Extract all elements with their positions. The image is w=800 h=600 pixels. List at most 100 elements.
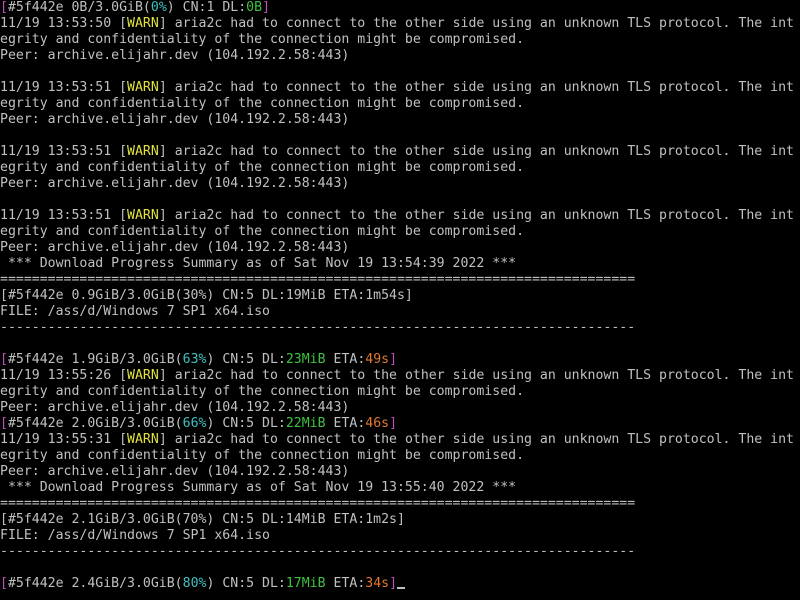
terminal-text: [#5f442e 2.1GiB/3.0GiB(70%) CN:5 DL:14Mi… bbox=[0, 512, 405, 527]
terminal-text: 46s bbox=[365, 416, 390, 431]
terminal-text: WARN bbox=[127, 144, 159, 159]
terminal-line: [#5f442e 2.1GiB/3.0GiB(70%) CN:5 DL:14Mi… bbox=[0, 512, 800, 528]
terminal-window[interactable]: [#5f442e 0B/3.0GiB(0%) CN:1 DL:0B] 11/19 … bbox=[0, 0, 800, 600]
terminal-text: WARN bbox=[127, 16, 159, 31]
terminal-text: [ bbox=[0, 576, 8, 591]
terminal-text: *** Download Progress Summary as of Sat … bbox=[0, 480, 517, 495]
terminal-text: FILE: /ass/d/Windows 7 SP1 x64.iso bbox=[0, 528, 270, 543]
terminal-line: egrity and confidentiality of the connec… bbox=[0, 96, 800, 112]
terminal-text: [#5f442e 0.9GiB/3.0GiB(30%) CN:5 DL:19Mi… bbox=[0, 288, 413, 303]
terminal-text: 0B bbox=[246, 0, 263, 15]
terminal-text: 66% bbox=[182, 416, 207, 431]
terminal-text: #5f442e 1.9GiB/3.0GiB( bbox=[7, 352, 183, 367]
terminal-text: 17MiB bbox=[285, 576, 326, 591]
terminal-line: 11/19 13:53:50 [WARN] aria2c had to conn… bbox=[0, 16, 800, 32]
terminal-text: 34s bbox=[365, 576, 390, 591]
terminal-text: 49s bbox=[365, 352, 390, 367]
terminal-line: [#5f442e 2.0GiB/3.0GiB(66%) CN:5 DL:22Mi… bbox=[0, 416, 800, 432]
terminal-text: 80% bbox=[182, 576, 207, 591]
terminal-text: ] aria2c had to connect to the other sid… bbox=[158, 208, 794, 223]
terminal-text: WARN bbox=[127, 368, 159, 383]
terminal-line: ----------------------------------------… bbox=[0, 320, 800, 336]
terminal-line: *** Download Progress Summary as of Sat … bbox=[0, 256, 800, 272]
terminal-text: 23MiB bbox=[285, 352, 326, 367]
terminal-text: 11/19 13:53:50 [ bbox=[0, 16, 128, 31]
terminal-line: ========================================… bbox=[0, 272, 800, 288]
terminal-text: ] bbox=[389, 352, 398, 367]
terminal-line: ========================================… bbox=[0, 496, 800, 512]
terminal-text: 11/19 13:55:26 [ bbox=[0, 368, 128, 383]
terminal-line: [#5f442e 2.4GiB/3.0GiB(80%) CN:5 DL:17Mi… bbox=[0, 576, 800, 592]
terminal-line: egrity and confidentiality of the connec… bbox=[0, 160, 800, 176]
terminal-text: egrity and confidentiality of the connec… bbox=[0, 448, 525, 463]
terminal-line: 11/19 13:55:26 [WARN] aria2c had to conn… bbox=[0, 368, 800, 384]
terminal-text: #5f442e 2.4GiB/3.0GiB( bbox=[7, 576, 183, 591]
terminal-text: ] aria2c had to connect to the other sid… bbox=[158, 16, 794, 31]
terminal-line: [#5f442e 1.9GiB/3.0GiB(63%) CN:5 DL:23Mi… bbox=[0, 352, 800, 368]
terminal-text: Peer: archive.elijahr.dev (104.192.2.58:… bbox=[0, 112, 350, 127]
terminal-line: Peer: archive.elijahr.dev (104.192.2.58:… bbox=[0, 464, 800, 480]
terminal-text: ) CN:5 DL: bbox=[206, 352, 286, 367]
terminal-text: 63% bbox=[182, 352, 207, 367]
terminal-text: ) CN:5 DL: bbox=[206, 416, 286, 431]
terminal-line: *** Download Progress Summary as of Sat … bbox=[0, 480, 800, 496]
terminal-text: egrity and confidentiality of the connec… bbox=[0, 160, 525, 175]
terminal-text: ] bbox=[389, 576, 398, 591]
terminal-line: Peer: archive.elijahr.dev (104.192.2.58:… bbox=[0, 240, 800, 256]
terminal-line: 11/19 13:53:51 [WARN] aria2c had to conn… bbox=[0, 208, 800, 224]
terminal-line: 11/19 13:55:31 [WARN] aria2c had to conn… bbox=[0, 432, 800, 448]
terminal-text: Peer: archive.elijahr.dev (104.192.2.58:… bbox=[0, 176, 350, 191]
terminal-text: ] aria2c had to connect to the other sid… bbox=[158, 432, 794, 447]
terminal-text: ----------------------------------------… bbox=[0, 320, 636, 335]
terminal-line: Peer: archive.elijahr.dev (104.192.2.58:… bbox=[0, 176, 800, 192]
terminal-text: #5f442e 0B/3.0GiB( bbox=[7, 0, 151, 15]
terminal-text: egrity and confidentiality of the connec… bbox=[0, 96, 525, 111]
terminal-text: ] bbox=[262, 0, 271, 15]
terminal-line: 11/19 13:53:51 [WARN] aria2c had to conn… bbox=[0, 80, 800, 96]
terminal-text: [ bbox=[0, 416, 8, 431]
terminal-line: ----------------------------------------… bbox=[0, 544, 800, 560]
terminal-text: 22MiB bbox=[285, 416, 326, 431]
terminal-text: 11/19 13:53:51 [ bbox=[0, 144, 128, 159]
terminal-line: Peer: archive.elijahr.dev (104.192.2.58:… bbox=[0, 112, 800, 128]
terminal-text: ========================================… bbox=[0, 496, 636, 511]
terminal-text: Peer: archive.elijahr.dev (104.192.2.58:… bbox=[0, 400, 350, 415]
terminal-line: egrity and confidentiality of the connec… bbox=[0, 224, 800, 240]
terminal-text: ========================================… bbox=[0, 272, 636, 287]
terminal-text: 11/19 13:53:51 [ bbox=[0, 80, 128, 95]
terminal-line: Peer: archive.elijahr.dev (104.192.2.58:… bbox=[0, 400, 800, 416]
terminal-line: egrity and confidentiality of the connec… bbox=[0, 32, 800, 48]
terminal-text: ] aria2c had to connect to the other sid… bbox=[158, 80, 794, 95]
terminal-text: Peer: archive.elijahr.dev (104.192.2.58:… bbox=[0, 464, 350, 479]
terminal-text: ETA: bbox=[325, 576, 366, 591]
terminal-line: 11/19 13:53:51 [WARN] aria2c had to conn… bbox=[0, 144, 800, 160]
terminal-text: 11/19 13:53:51 [ bbox=[0, 208, 128, 223]
terminal-line: egrity and confidentiality of the connec… bbox=[0, 384, 800, 400]
terminal-text: ETA: bbox=[325, 416, 366, 431]
terminal-text: *** Download Progress Summary as of Sat … bbox=[0, 256, 517, 271]
terminal-line: FILE: /ass/d/Windows 7 SP1 x64.iso bbox=[0, 528, 800, 544]
terminal-text: egrity and confidentiality of the connec… bbox=[0, 384, 525, 399]
terminal-text: 11/19 13:55:31 [ bbox=[0, 432, 128, 447]
terminal-text: Peer: archive.elijahr.dev (104.192.2.58:… bbox=[0, 48, 350, 63]
terminal-line: [#5f442e 0.9GiB/3.0GiB(30%) CN:5 DL:19Mi… bbox=[0, 288, 800, 304]
terminal-text: ] bbox=[389, 416, 398, 431]
terminal-text: [ bbox=[0, 352, 8, 367]
terminal-line: Peer: archive.elijahr.dev (104.192.2.58:… bbox=[0, 48, 800, 64]
terminal-text: ----------------------------------------… bbox=[0, 544, 636, 559]
terminal-line: [#5f442e 0B/3.0GiB(0%) CN:1 DL:0B] bbox=[0, 0, 800, 16]
terminal-text: [ bbox=[0, 0, 8, 15]
terminal-text: WARN bbox=[127, 208, 159, 223]
terminal-text: ETA: bbox=[325, 352, 366, 367]
terminal-text: ] aria2c had to connect to the other sid… bbox=[158, 368, 794, 383]
terminal-line: FILE: /ass/d/Windows 7 SP1 x64.iso bbox=[0, 304, 800, 320]
terminal-text: ) CN:1 DL: bbox=[166, 0, 247, 15]
terminal-text: egrity and confidentiality of the connec… bbox=[0, 224, 525, 239]
terminal-text: ] aria2c had to connect to the other sid… bbox=[158, 144, 794, 159]
terminal-text: WARN bbox=[127, 80, 159, 95]
terminal-line: egrity and confidentiality of the connec… bbox=[0, 448, 800, 464]
terminal-text: WARN bbox=[127, 432, 159, 447]
